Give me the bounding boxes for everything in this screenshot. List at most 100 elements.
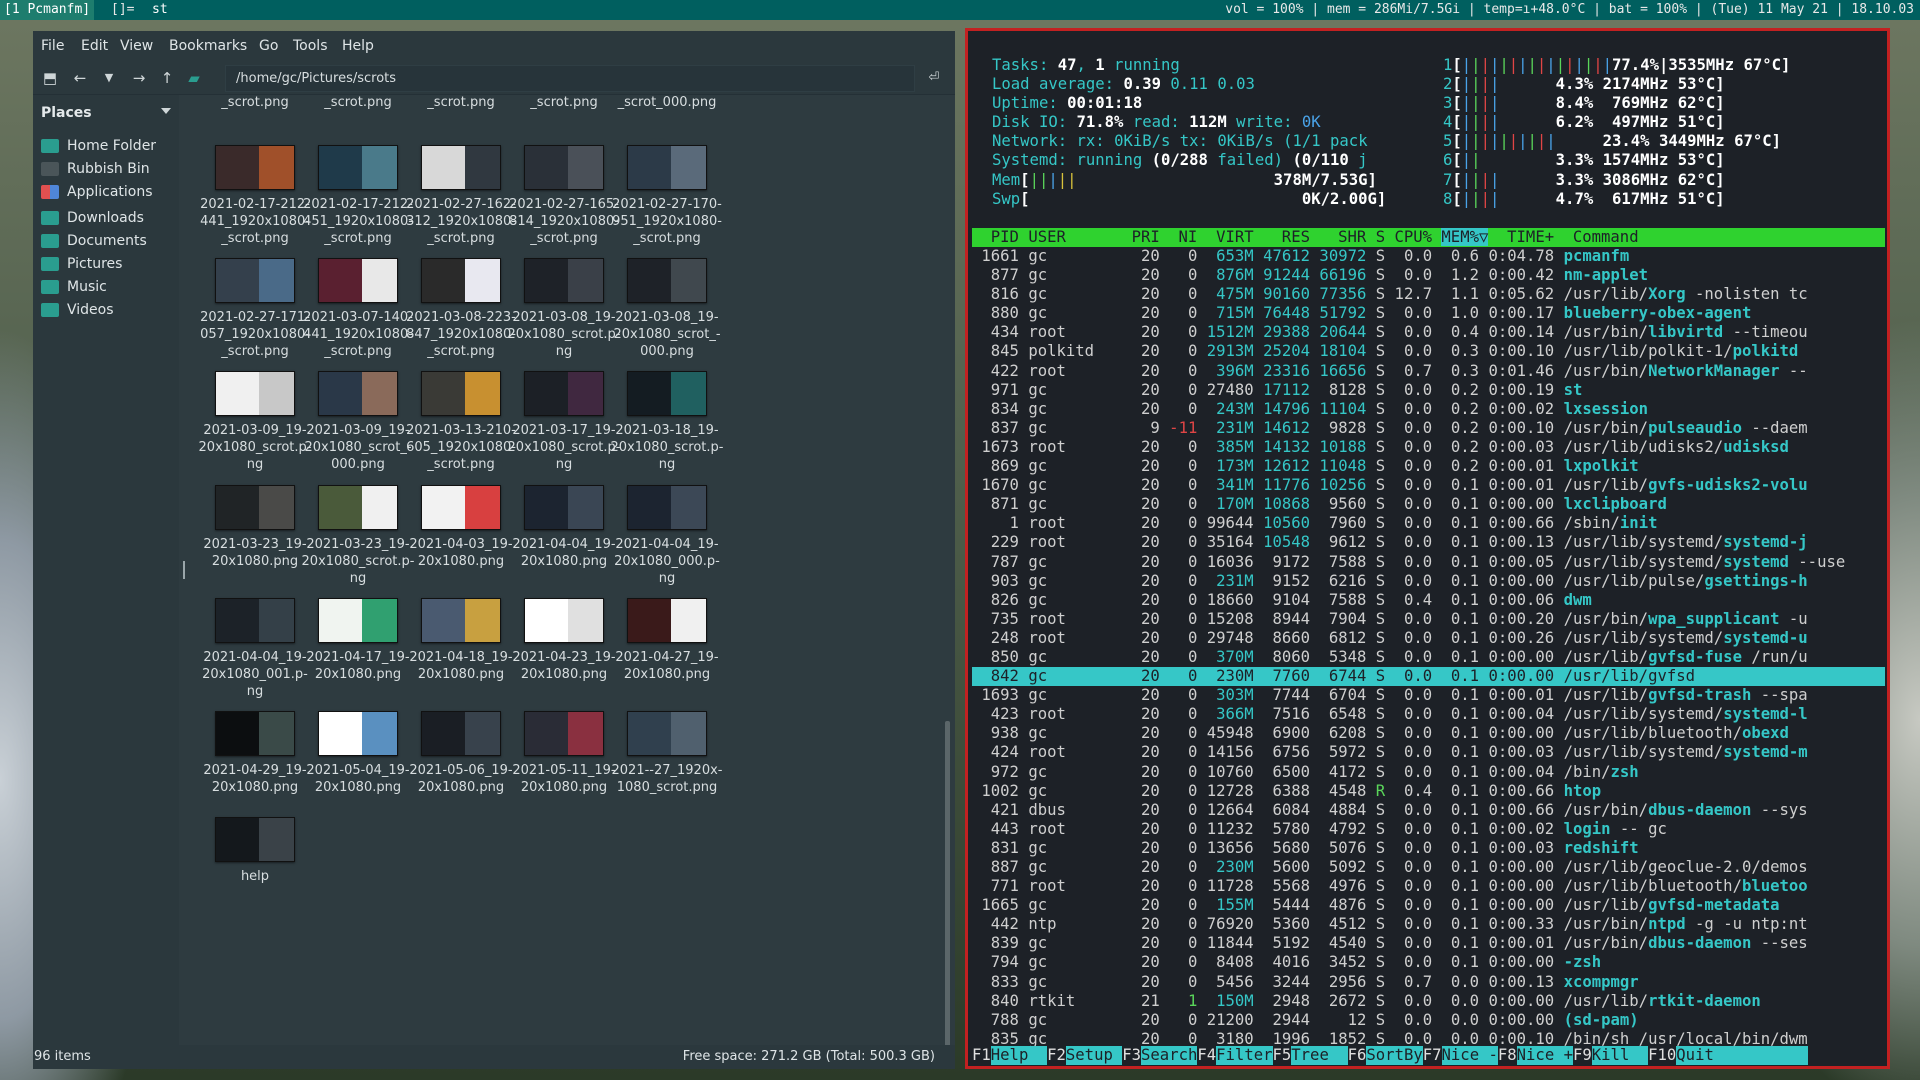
proc-res: 5600: [1253, 858, 1311, 876]
menu-file[interactable]: File: [41, 38, 64, 54]
process-row[interactable]: 1665 gc 20 0 155M 5444 4876 S 0.0 0.1 0:…: [972, 896, 1885, 915]
home-icon[interactable]: ▰: [183, 67, 205, 89]
command-name: udisksd: [1723, 437, 1789, 456]
cpu-bar-tick: |: [1527, 132, 1537, 151]
process-row[interactable]: 434 root 20 0 1512M 29388 20644 S 0.0 0.…: [972, 323, 1885, 342]
scrollbar[interactable]: [945, 721, 950, 1051]
fkey-f4[interactable]: F4Filter: [1197, 1046, 1273, 1066]
place-documents[interactable]: Documents: [37, 230, 177, 252]
process-row[interactable]: 869 gc 20 0 173M 12612 11048 S 0.0 0.2 0…: [972, 457, 1885, 476]
proc-user: gc: [1028, 1010, 1113, 1029]
meter-text: running: [1104, 56, 1180, 74]
new-tab-icon[interactable]: ⬒: [39, 67, 61, 89]
fkey-f9[interactable]: F9Kill: [1573, 1046, 1649, 1066]
process-row[interactable]: 903 gc 20 0 231M 9152 6216 S 0.0 0.1 0:0…: [972, 572, 1885, 591]
process-row[interactable]: 877 gc 20 0 876M 91244 66196 S 0.0 1.2 0…: [972, 266, 1885, 285]
sort-column[interactable]: MEM%▽: [1441, 228, 1489, 246]
file-item[interactable]: help: [193, 817, 317, 885]
process-row[interactable]: 845 polkitd 20 0 2913M 25204 18104 S 0.0…: [972, 342, 1885, 361]
place-music[interactable]: Music: [37, 276, 177, 298]
process-row[interactable]: 771 root 20 0 11728 5568 4976 S 0.0 0.1 …: [972, 877, 1885, 896]
proc-shr: 4172: [1310, 762, 1367, 781]
process-row[interactable]: 421 dbus 20 0 12664 6084 4884 S 0.0 0.1 …: [972, 801, 1885, 820]
process-row[interactable]: 833 gc 20 0 5456 3244 2956 S 0.7 0.0 0:0…: [972, 973, 1885, 992]
fkey-f10[interactable]: F10Quit: [1648, 1046, 1733, 1066]
process-row[interactable]: 787 gc 20 0 16036 9172 7588 S 0.0 0.1 0:…: [972, 553, 1885, 572]
back-arrow-icon[interactable]: ←: [69, 67, 91, 89]
path-bar[interactable]: /home/gc/Pictures/scrots: [225, 65, 915, 92]
process-row[interactable]: 1673 root 20 0 385M 14132 10188 S 0.0 0.…: [972, 438, 1885, 457]
fkey-f8[interactable]: F8Nice +: [1498, 1046, 1573, 1066]
history-dropdown-icon[interactable]: ▼: [98, 67, 120, 89]
process-row[interactable]: 423 root 20 0 366M 7516 6548 S 0.0 0.1 0…: [972, 705, 1885, 724]
process-row[interactable]: 735 root 20 0 15208 8944 7904 S 0.0 0.1 …: [972, 610, 1885, 629]
process-row[interactable]: 1670 gc 20 0 341M 11776 10256 S 0.0 0.1 …: [972, 476, 1885, 495]
place-pictures[interactable]: Pictures: [37, 253, 177, 275]
menu-tools[interactable]: Tools: [293, 38, 328, 54]
cpu-bar-tick: |: [1489, 132, 1500, 151]
process-row[interactable]: 424 root 20 0 14156 6756 5972 S 0.0 0.1 …: [972, 743, 1885, 762]
command-name: gsettings-h: [1704, 571, 1808, 590]
file-item[interactable]: 2021-03-08_19- 20x1080_scrot_- 000.png: [605, 258, 729, 360]
file-item[interactable]: 2021--27_1920x- 1080_scrot.png: [605, 711, 729, 796]
terminal-htop[interactable]: Tasks: 47, 1 running Load average: 0.39 0…: [965, 28, 1890, 1069]
place-applications[interactable]: Applications: [37, 181, 177, 203]
bracket: [: [1452, 75, 1462, 94]
place-home-folder[interactable]: Home Folder: [37, 135, 177, 157]
process-column-header[interactable]: PID USER PRI NI VIRT RES SHR S CPU% MEM%…: [972, 228, 1885, 247]
process-row[interactable]: 842 gc 20 0 230M 7760 6744 S 0.0 0.1 0:0…: [972, 667, 1885, 687]
layout-indicator[interactable]: []=: [107, 0, 138, 20]
place-rubbish-bin[interactable]: Rubbish Bin: [37, 158, 177, 180]
menu-view[interactable]: View: [120, 38, 153, 54]
process-row[interactable]: 1693 gc 20 0 303M 7744 6704 S 0.0 0.1 0:…: [972, 686, 1885, 705]
menu-help[interactable]: Help: [342, 38, 374, 54]
fkey-f2[interactable]: F2Setup: [1047, 1046, 1123, 1066]
tag-1[interactable]: [1 Pcmanfm]: [0, 0, 95, 20]
forward-arrow-icon[interactable]: →: [128, 67, 150, 89]
process-row[interactable]: 443 root 20 0 11232 5780 4792 S 0.0 0.1 …: [972, 820, 1885, 839]
fkey-f6[interactable]: F6SortBy: [1348, 1046, 1423, 1066]
process-row[interactable]: 834 gc 20 0 243M 14796 11104 S 0.0 0.2 0…: [972, 400, 1885, 419]
go-icon[interactable]: ⏎: [923, 67, 945, 89]
fkey-f3[interactable]: F3Search: [1122, 1046, 1198, 1066]
process-row[interactable]: 826 gc 20 0 18660 9104 7588 S 0.4 0.1 0:…: [972, 591, 1885, 610]
process-row[interactable]: 837 gc 9 -11 231M 14612 9828 S 0.0 0.2 0…: [972, 419, 1885, 438]
menu-go[interactable]: Go: [259, 38, 278, 54]
process-row[interactable]: 971 gc 20 0 27480 17112 8128 S 0.0 0.2 0…: [972, 381, 1885, 400]
file-item[interactable]: 2021-03-18_19- 20x1080_scrot.p- ng: [605, 371, 729, 473]
fkey-f1[interactable]: F1Help: [972, 1046, 1048, 1066]
file-item[interactable]: 2021-04-27_19- 20x1080.png: [605, 598, 729, 683]
process-row[interactable]: 794 gc 20 0 8408 4016 3452 S 0.0 0.1 0:0…: [972, 953, 1885, 972]
process-row[interactable]: 248 root 20 0 29748 8660 6812 S 0.0 0.1 …: [972, 629, 1885, 648]
process-row[interactable]: 422 root 20 0 396M 23316 16656 S 0.7 0.3…: [972, 362, 1885, 381]
fkey-f7[interactable]: F7Nice -: [1423, 1046, 1498, 1066]
chevron-down-icon[interactable]: [161, 108, 171, 114]
fkey-f5[interactable]: F5Tree: [1273, 1046, 1348, 1066]
process-row[interactable]: 840 rtkit 21 1 150M 2948 2672 S 0.0 0.0 …: [972, 992, 1885, 1011]
pane-splitter[interactable]: [183, 561, 185, 579]
process-row[interactable]: 871 gc 20 0 170M 10868 9560 S 0.0 0.1 0:…: [972, 495, 1885, 514]
file-item[interactable]: 2021-02-27-170- 951_1920x1080- _scrot.pn…: [605, 145, 729, 247]
process-row[interactable]: 839 gc 20 0 11844 5192 4540 S 0.0 0.1 0:…: [972, 934, 1885, 953]
process-row[interactable]: 1002 gc 20 0 12728 6388 4548 R 0.4 0.1 0…: [972, 782, 1885, 801]
file-item[interactable]: 2021-04-04_19- 20x1080_000.p- ng: [605, 485, 729, 587]
place-downloads[interactable]: Downloads: [37, 207, 177, 229]
process-row[interactable]: 938 gc 20 0 45948 6900 6208 S 0.0 0.1 0:…: [972, 724, 1885, 743]
process-row[interactable]: 816 gc 20 0 475M 90160 77356 S 12.7 1.1 …: [972, 285, 1885, 304]
process-row[interactable]: 850 gc 20 0 370M 8060 5348 S 0.0 0.1 0:0…: [972, 648, 1885, 667]
process-row[interactable]: 1 root 20 0 99644 10560 7960 S 0.0 0.1 0…: [972, 514, 1885, 533]
process-row[interactable]: 831 gc 20 0 13656 5680 5076 S 0.0 0.1 0:…: [972, 839, 1885, 858]
proc-res: 6756: [1253, 743, 1311, 762]
place-videos[interactable]: Videos: [37, 299, 177, 321]
process-row[interactable]: 887 gc 20 0 230M 5600 5092 S 0.0 0.1 0:0…: [972, 858, 1885, 877]
process-row[interactable]: 229 root 20 0 35164 10548 9612 S 0.0 0.1…: [972, 533, 1885, 552]
process-row[interactable]: 972 gc 20 0 10760 6500 4172 S 0.0 0.1 0:…: [972, 763, 1885, 782]
process-row[interactable]: 442 ntp 20 0 76920 5360 4512 S 0.0 0.1 0…: [972, 915, 1885, 934]
proc-virt: 11728: [1197, 877, 1254, 896]
up-arrow-icon[interactable]: ↑: [156, 67, 178, 89]
process-row[interactable]: 788 gc 20 0 21200 2944 12 S 0.0 0.0 0:00…: [972, 1011, 1885, 1030]
process-row[interactable]: 1661 gc 20 0 653M 47612 30972 S 0.0 0.6 …: [972, 247, 1885, 266]
menu-edit[interactable]: Edit: [81, 38, 108, 54]
menu-bookmarks[interactable]: Bookmarks: [169, 38, 247, 54]
process-row[interactable]: 880 gc 20 0 715M 76448 51792 S 0.0 1.0 0…: [972, 304, 1885, 323]
